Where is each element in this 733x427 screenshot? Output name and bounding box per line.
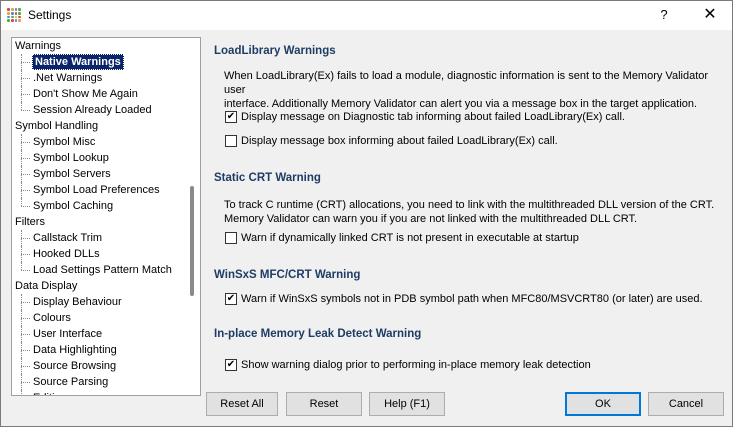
icon-cell [18, 8, 21, 11]
checkbox-label[interactable]: Warn if WinSxS symbols not in PDB symbol… [241, 293, 703, 306]
tree-item-label[interactable]: Symbol Handling [13, 118, 100, 134]
icon-cell [18, 15, 21, 19]
tree-item[interactable]: Source Parsing [12, 374, 184, 390]
tree-item-label[interactable]: .Net Warnings [31, 70, 104, 86]
tree-item[interactable]: Don't Show Me Again [12, 86, 184, 102]
tree-category[interactable]: Data Display [12, 278, 184, 294]
tree-item[interactable]: Symbol Misc [12, 134, 184, 150]
static-crt-description-line1: To track C runtime (CRT) allocations, yo… [224, 199, 715, 211]
winsxs-section-title: WinSxS MFC/CRT Warning [214, 269, 361, 281]
icon-cell [18, 19, 21, 22]
tree-item[interactable]: Editing [12, 390, 184, 395]
tree-item-label[interactable]: Warnings [13, 38, 63, 54]
static-crt-section-title: Static CRT Warning [214, 172, 321, 184]
static-crt-description-line2: Memory Validator can warn you if you are… [224, 213, 638, 225]
reset-button[interactable]: Reset [286, 392, 362, 416]
checkbox-box[interactable]: ✔ [225, 111, 237, 123]
title-bar[interactable]: Settings ? ✕ [1, 1, 732, 30]
loadlibrary-description-line2: interface. Additionally Memory Validator… [224, 98, 698, 110]
tree-item[interactable]: Callstack Trim [12, 230, 184, 246]
tree-item[interactable]: Source Browsing [12, 358, 184, 374]
tree-item-label[interactable]: Symbol Misc [31, 134, 97, 150]
tree-item-label[interactable]: Don't Show Me Again [31, 86, 140, 102]
static-crt-description: To track C runtime (CRT) allocations, yo… [224, 198, 724, 226]
tree-scrollbar[interactable] [184, 38, 200, 395]
tree-item[interactable]: Symbol Servers [12, 166, 184, 182]
tree-item[interactable]: Display Behaviour [12, 294, 184, 310]
tree-item[interactable]: .Net Warnings [12, 70, 184, 86]
tree-item-label[interactable]: Source Parsing [31, 374, 110, 390]
checkbox-label[interactable]: Display message on Diagnostic tab inform… [241, 111, 625, 124]
tree-item-label[interactable]: Data Display [13, 278, 79, 294]
checkbox-box[interactable] [225, 232, 237, 244]
loadlibrary-description: When LoadLibrary(Ex) fails to load a mod… [224, 69, 724, 111]
icon-cell [10, 11, 14, 15]
checkbox-label[interactable]: Warn if dynamically linked CRT is not pr… [241, 232, 579, 245]
tree-item[interactable]: Hooked DLLs [12, 246, 184, 262]
close-button[interactable]: ✕ [689, 1, 731, 29]
settings-tree[interactable]: Warnings Native Warnings .Net Warnings Don'… [11, 37, 201, 396]
app-grid-icon [7, 8, 21, 22]
tree-item-label[interactable]: Display Behaviour [31, 294, 124, 310]
checkbox-label[interactable]: Show warning dialog prior to performing … [241, 359, 591, 372]
tree-item-label[interactable]: Hooked DLLs [31, 246, 102, 262]
tree-item-label[interactable]: Editing [31, 390, 69, 395]
icon-cell [10, 15, 14, 19]
tree-item-label[interactable]: Colours [31, 310, 73, 326]
icon-cell [7, 11, 10, 15]
tree-item-label[interactable]: Session Already Loaded [31, 102, 154, 118]
loadlibrary-description-line1: When LoadLibrary(Ex) fails to load a mod… [224, 70, 709, 96]
tree-item-label[interactable]: Source Browsing [31, 358, 118, 374]
tree-item-label[interactable]: Filters [13, 214, 47, 230]
checkbox-box[interactable]: ✔ [225, 293, 237, 305]
help-button[interactable]: Help (F1) [369, 392, 445, 416]
tree-item[interactable]: Colours [12, 310, 184, 326]
reset-all-button[interactable]: Reset All [206, 392, 278, 416]
tree-item[interactable]: Symbol Caching [12, 198, 184, 214]
icon-cell [14, 8, 18, 11]
ok-button[interactable]: OK [565, 392, 641, 416]
tree-item-label[interactable]: Symbol Lookup [31, 150, 111, 166]
icon-cell [7, 15, 10, 19]
tree-items: Warnings Native Warnings .Net Warnings Don'… [12, 38, 184, 395]
icon-cell [18, 11, 21, 15]
tree-scrollbar-thumb[interactable] [190, 186, 194, 296]
window-title: Settings [28, 8, 72, 22]
tree-item-label[interactable]: Symbol Caching [31, 198, 115, 214]
tree-item[interactable]: Native Warnings [12, 54, 184, 70]
icon-cell [10, 8, 14, 11]
tree-item-label[interactable]: Native Warnings [32, 54, 124, 70]
tree-item-label[interactable]: Symbol Servers [31, 166, 113, 182]
checkbox-box[interactable] [225, 135, 237, 147]
tree-item[interactable]: Load Settings Pattern Match [12, 262, 184, 278]
tree-item[interactable]: Data Highlighting [12, 342, 184, 358]
tree-item-label[interactable]: Load Settings Pattern Match [31, 262, 174, 278]
tree-item[interactable]: User Interface [12, 326, 184, 342]
tree-item[interactable]: Symbol Load Preferences [12, 182, 184, 198]
checkbox-label[interactable]: Display message box informing about fail… [241, 135, 558, 148]
help-title-button[interactable]: ? [646, 1, 682, 29]
tree-item-label[interactable]: User Interface [31, 326, 104, 342]
tree-item[interactable]: Session Already Loaded [12, 102, 184, 118]
icon-cell [14, 19, 18, 22]
tree-item[interactable]: Symbol Lookup [12, 150, 184, 166]
icon-cell [7, 19, 10, 22]
icon-cell [14, 15, 18, 19]
inplace-section-title: In-place Memory Leak Detect Warning [214, 328, 422, 340]
loadlibrary-section-title: LoadLibrary Warnings [214, 45, 336, 57]
tree-category[interactable]: Warnings [12, 38, 184, 54]
icon-cell [10, 19, 14, 22]
cancel-button[interactable]: Cancel [648, 392, 724, 416]
tree-item-label[interactable]: Data Highlighting [31, 342, 119, 358]
tree-item-label[interactable]: Callstack Trim [31, 230, 104, 246]
icon-cell [7, 8, 10, 11]
tree-category[interactable]: Symbol Handling [12, 118, 184, 134]
icon-cell [14, 11, 18, 15]
settings-dialog: Settings ? ✕ Warnings Native Warnings .Net… [0, 0, 733, 427]
tree-category[interactable]: Filters [12, 214, 184, 230]
checkbox-box[interactable]: ✔ [225, 359, 237, 371]
tree-item-label[interactable]: Symbol Load Preferences [31, 182, 162, 198]
